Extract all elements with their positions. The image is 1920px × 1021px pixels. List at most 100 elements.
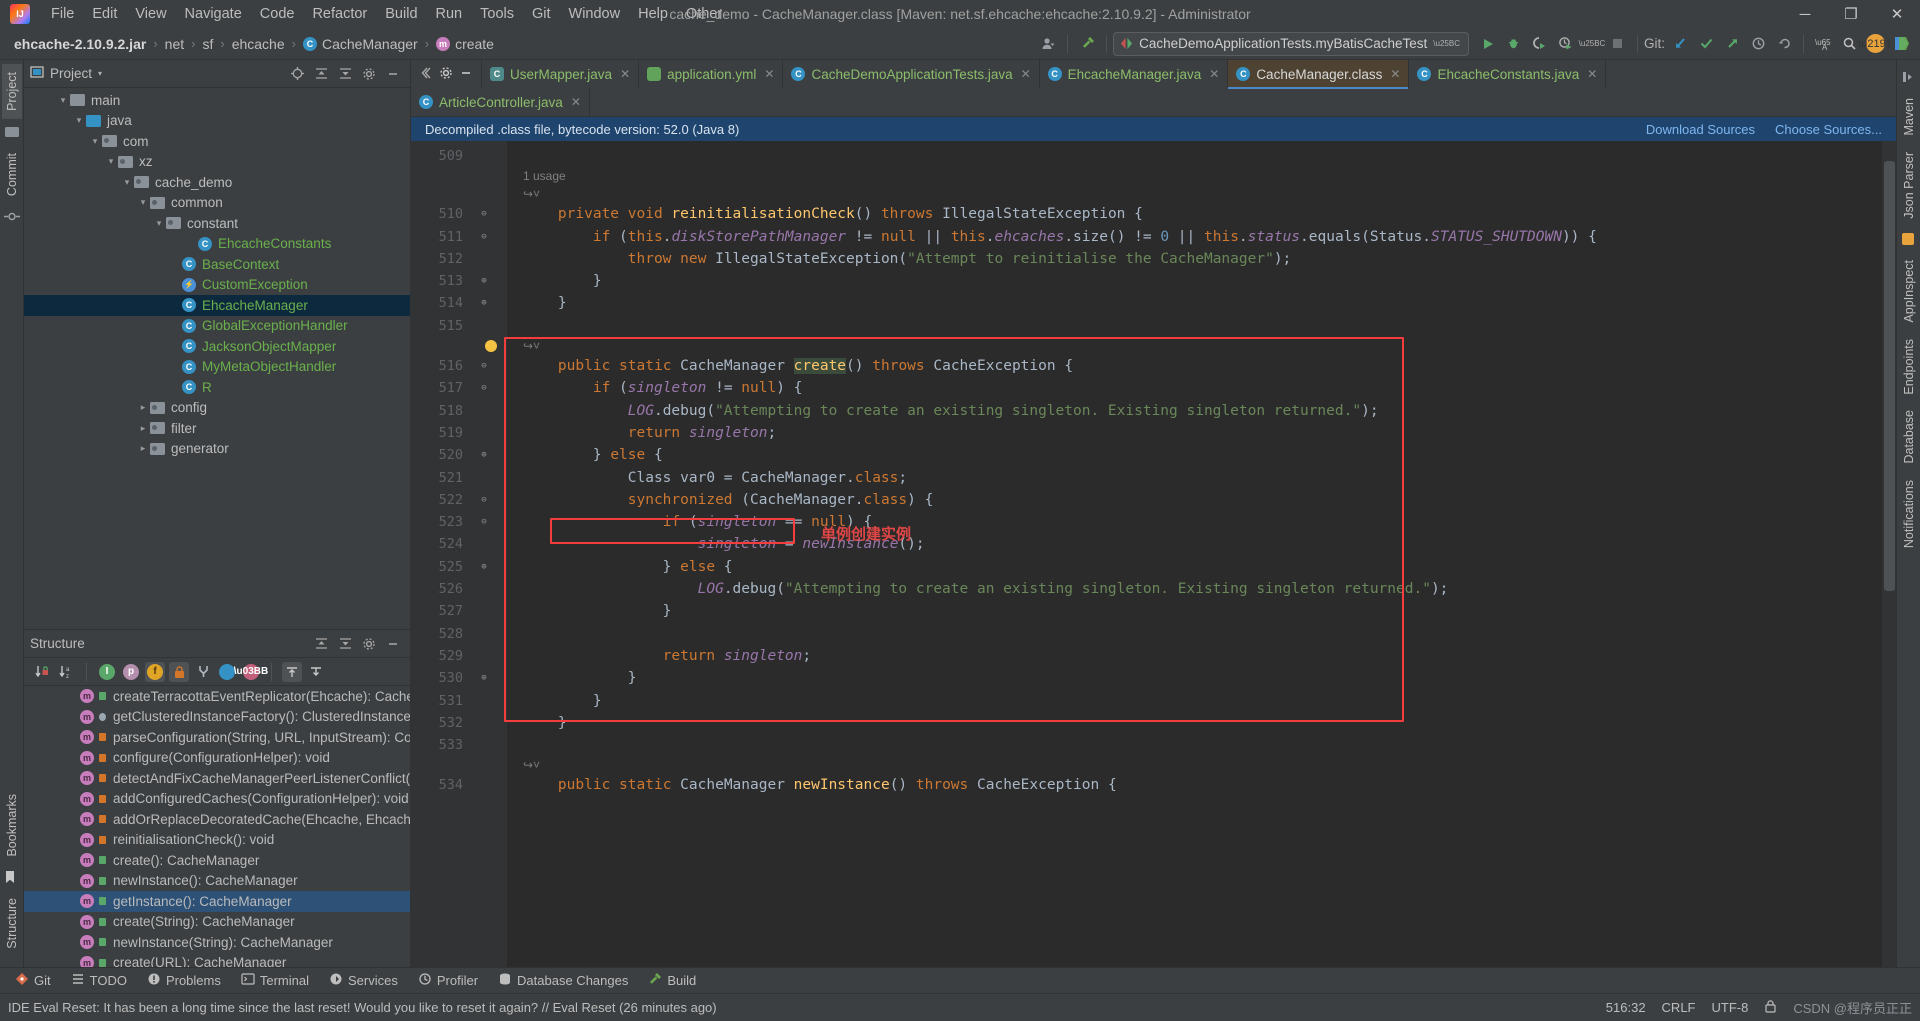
hide-icon[interactable]: [459, 66, 473, 83]
editor-gutter[interactable]: 509 510 ⊖ 511 ⊖ 512 513 ⊕ 514 ⊕ 515 516 ⊖ 517 ⊖ 518 519 5…: [411, 141, 507, 967]
line-separator[interactable]: CRLF: [1662, 1000, 1696, 1015]
structure-item[interactable]: m getClusteredInstanceFactory(): Clustere…: [24, 707, 410, 728]
fold-expand-icon[interactable]: ⊕: [479, 298, 489, 308]
editor-tab[interactable]: C CacheManager.class ✕: [1228, 60, 1410, 89]
restore-button[interactable]: ❐: [1828, 0, 1874, 28]
hide-icon[interactable]: [382, 63, 404, 85]
gutter-line[interactable]: [411, 167, 507, 185]
app-inspect-badge-icon[interactable]: [1901, 232, 1917, 246]
gutter-line[interactable]: 528: [411, 623, 507, 645]
show-inherited-icon[interactable]: I: [97, 662, 117, 682]
tree-item[interactable]: C JacksonObjectMapper: [24, 336, 410, 357]
tree-item[interactable]: filter: [24, 418, 410, 439]
fold-collapse-icon[interactable]: ⊖: [479, 495, 489, 505]
sidebar-item-bookmarks[interactable]: Bookmarks: [2, 786, 22, 865]
minimize-button[interactable]: ─: [1782, 0, 1828, 28]
close-icon[interactable]: ✕: [1587, 67, 1597, 81]
editor-tab[interactable]: C UserMapper.java ✕: [482, 60, 640, 88]
show-fields-icon[interactable]: f: [145, 661, 165, 682]
gutter-line[interactable]: 527: [411, 600, 507, 622]
editor-tab[interactable]: C CacheDemoApplicationTests.java ✕: [783, 60, 1040, 88]
gutter-line[interactable]: 517 ⊖: [411, 377, 507, 399]
sidebar-item-project[interactable]: Project: [1, 64, 22, 119]
menu-git[interactable]: Git: [523, 3, 560, 25]
bottom-tab-profiler[interactable]: Profiler: [409, 969, 487, 992]
chevron-right-icon[interactable]: [136, 402, 150, 413]
editor-tab[interactable]: C ArticleController.java ✕: [411, 88, 590, 116]
fold-collapse-icon[interactable]: ⊖: [479, 232, 489, 242]
editor-tab[interactable]: C EhcacheManager.java ✕: [1040, 60, 1229, 88]
breadcrumb-jar[interactable]: ehcache-2.10.9.2.jar: [10, 34, 150, 54]
menu-navigate[interactable]: Navigate: [176, 3, 251, 25]
commit-icon[interactable]: [1693, 31, 1719, 57]
close-icon[interactable]: ✕: [620, 67, 630, 81]
bookmark-icon[interactable]: [4, 870, 20, 884]
translate-icon[interactable]: \u6587A: [1810, 31, 1836, 57]
fold-expand-icon[interactable]: ⊕: [479, 450, 489, 460]
editor-scrollbar[interactable]: [1882, 141, 1896, 967]
breadcrumb-net[interactable]: net: [161, 34, 188, 54]
structure-item[interactable]: m configure(ConfigurationHelper): void: [24, 748, 410, 769]
menu-build[interactable]: Build: [376, 3, 426, 25]
gutter-line[interactable]: 509: [411, 145, 507, 167]
scrollbar-thumb[interactable]: [1884, 161, 1895, 591]
menu-other[interactable]: Other: [677, 3, 731, 25]
chevron-right-icon[interactable]: [136, 423, 150, 434]
structure-item[interactable]: m create(String): CacheManager: [24, 912, 410, 933]
tree-item[interactable]: generator: [24, 439, 410, 460]
menu-run[interactable]: Run: [427, 3, 472, 25]
choose-sources-link[interactable]: Choose Sources...: [1775, 122, 1882, 137]
gutter-line[interactable]: 513 ⊕: [411, 270, 507, 292]
commit-node-icon[interactable]: [3, 210, 20, 224]
tree-item[interactable]: config: [24, 398, 410, 419]
update-project-icon[interactable]: [1667, 31, 1693, 57]
intention-bulb-icon[interactable]: [485, 340, 497, 353]
show-non-public-icon[interactable]: [169, 661, 189, 682]
structure-item[interactable]: m parseConfiguration(String, URL, InputSt…: [24, 727, 410, 748]
stop-button[interactable]: [1605, 31, 1631, 57]
gutter-line[interactable]: 521: [411, 467, 507, 489]
expand-right-icon[interactable]: [1901, 70, 1917, 84]
menu-code[interactable]: Code: [251, 3, 304, 25]
close-icon[interactable]: ✕: [1390, 67, 1400, 81]
editor-code[interactable]: 1 usage ↪˅ private void reinitialisationC…: [507, 141, 1882, 967]
menu-view[interactable]: View: [126, 3, 175, 25]
close-icon[interactable]: ✕: [764, 67, 774, 81]
gutter-line[interactable]: 531: [411, 690, 507, 712]
editor-tab[interactable]: C EhcacheConstants.java ✕: [1409, 60, 1607, 88]
hide-icon[interactable]: [382, 633, 404, 655]
tree-item[interactable]: C GlobalExceptionHandler: [24, 316, 410, 337]
scroll-from-source-icon[interactable]: [282, 661, 302, 682]
gutter-line[interactable]: 533: [411, 734, 507, 756]
chevron-down-icon[interactable]: \u25BC: [1579, 31, 1606, 57]
breadcrumb-class[interactable]: C CacheManager: [299, 34, 422, 54]
scroll-to-source-icon[interactable]: [306, 662, 326, 682]
run-button[interactable]: [1475, 31, 1501, 57]
fold-expand-icon[interactable]: ⊕: [479, 673, 489, 683]
chevron-down-icon[interactable]: [72, 115, 86, 126]
sidebar-item-notifications[interactable]: Notifications: [1899, 472, 1919, 556]
bottom-tab-services[interactable]: Services: [320, 969, 407, 992]
gutter-line[interactable]: 534: [411, 774, 507, 796]
update-available-icon[interactable]: \u2191: [1858, 31, 1892, 57]
locate-icon[interactable]: [286, 63, 308, 85]
breadcrumb-ehcache[interactable]: ehcache: [228, 34, 289, 54]
menu-help[interactable]: Help: [629, 3, 677, 25]
structure-item[interactable]: m reinitialisationCheck(): void: [24, 830, 410, 851]
menu-tools[interactable]: Tools: [471, 3, 523, 25]
gutter-line[interactable]: 514 ⊕: [411, 292, 507, 314]
breadcrumb-sf[interactable]: sf: [198, 34, 217, 54]
run-configuration-selector[interactable]: CacheDemoApplicationTests.myBatisCacheTe…: [1113, 31, 1469, 56]
menu-edit[interactable]: Edit: [83, 3, 126, 25]
gutter-line[interactable]: 515: [411, 315, 507, 337]
structure-item[interactable]: m addConfiguredCaches(ConfigurationHelper…: [24, 789, 410, 810]
chevron-down-icon[interactable]: [88, 136, 102, 147]
close-icon[interactable]: ✕: [1209, 67, 1219, 81]
tree-item[interactable]: C BaseContext: [24, 254, 410, 275]
expand-all-icon[interactable]: [334, 633, 356, 655]
download-sources-link[interactable]: Download Sources: [1646, 122, 1755, 137]
push-icon[interactable]: [1719, 31, 1745, 57]
settings-icon[interactable]: [358, 633, 380, 655]
show-anonymous-icon[interactable]: [193, 662, 213, 682]
structure-item[interactable]: m newInstance(String): CacheManager: [24, 932, 410, 953]
